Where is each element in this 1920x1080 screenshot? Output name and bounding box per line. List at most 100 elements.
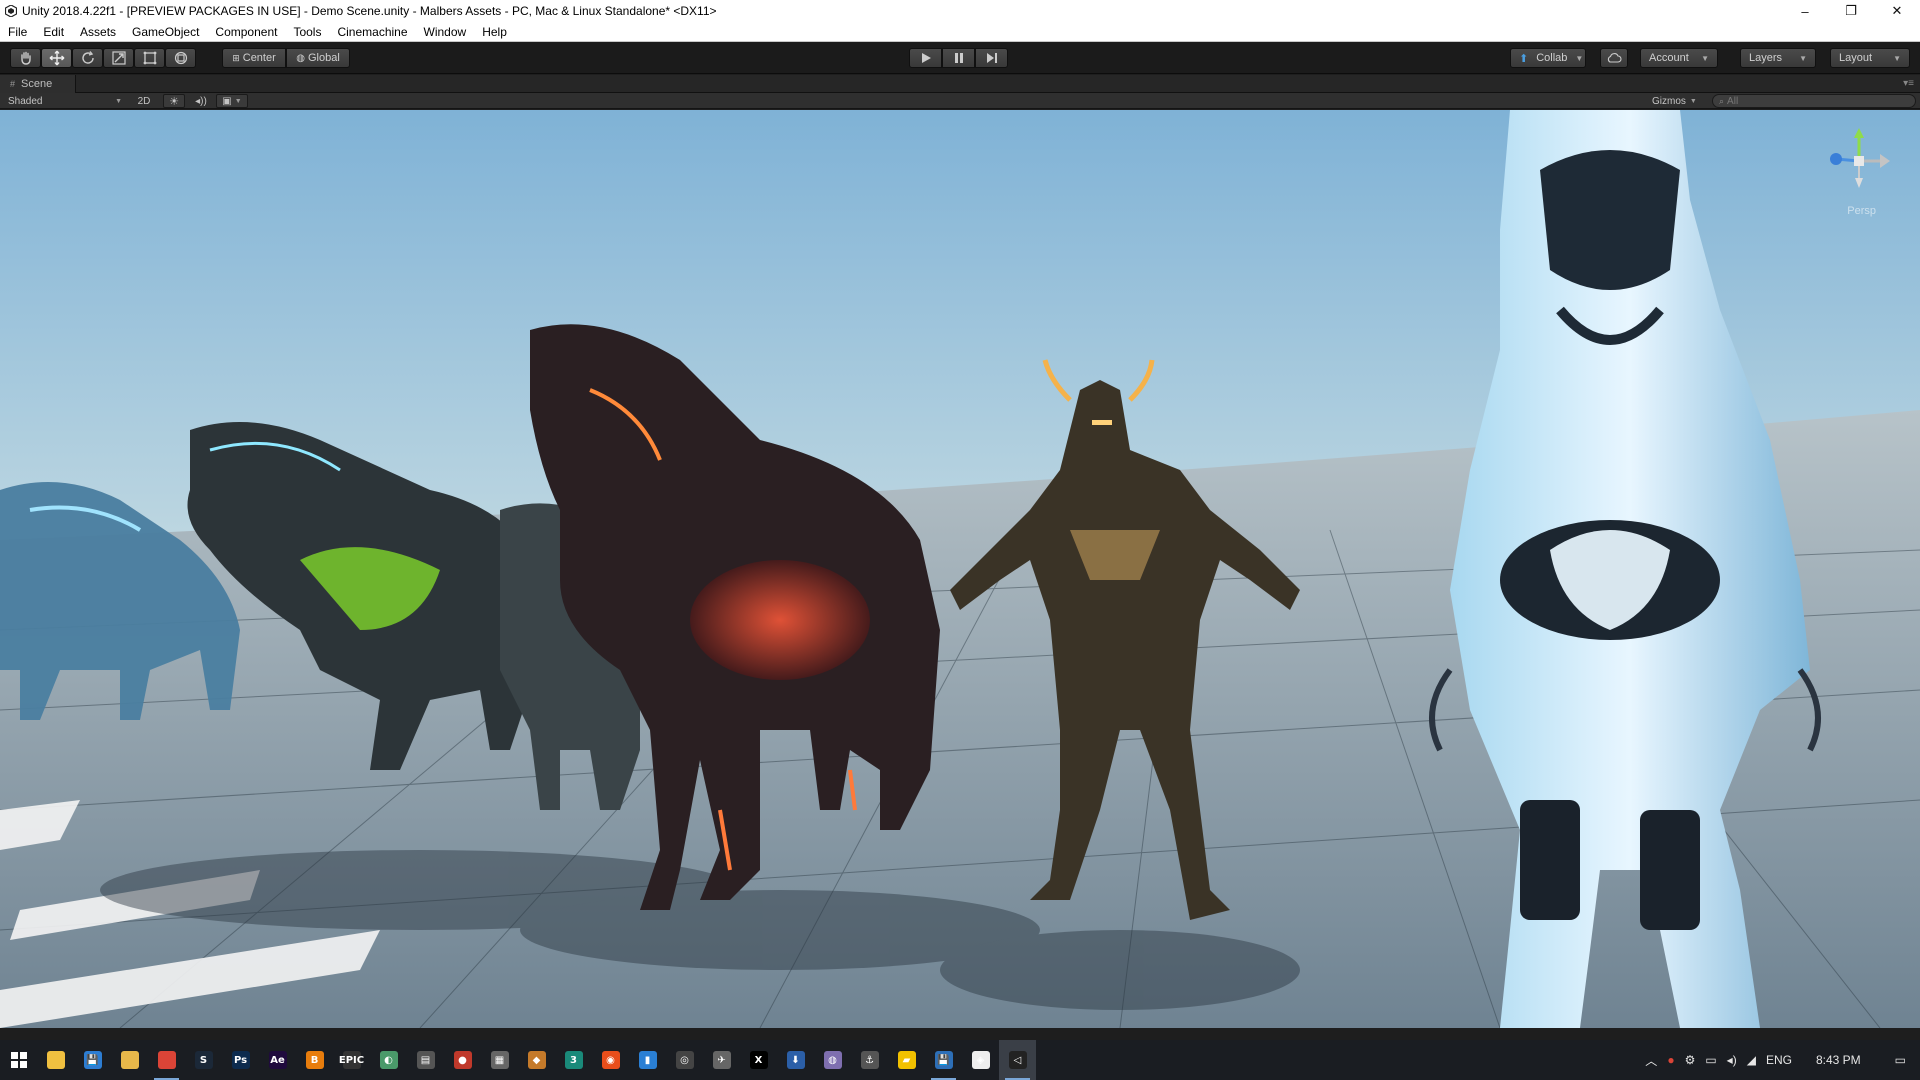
image-icon: ▣: [222, 95, 232, 107]
taskbar-app-file-explorer[interactable]: [37, 1040, 74, 1080]
taskbar-app-app-15[interactable]: ◉: [592, 1040, 629, 1080]
app-10-icon: ▤: [416, 1051, 435, 1069]
wifi-icon[interactable]: ◢: [1747, 1053, 1756, 1067]
menu-edit[interactable]: Edit: [35, 22, 72, 42]
taskbar-app-app-13[interactable]: ◆: [518, 1040, 555, 1080]
scale-tool-button[interactable]: [103, 48, 134, 68]
taskbar-app-app-25[interactable]: ◈: [962, 1040, 999, 1080]
taskbar-app-app-23[interactable]: ▰: [888, 1040, 925, 1080]
menu-cinemachine[interactable]: Cinemachine: [329, 22, 415, 42]
chrome-tray-icon[interactable]: ●: [1667, 1053, 1674, 1067]
chevron-up-icon[interactable]: ︿: [1645, 1052, 1657, 1069]
layers-dropdown[interactable]: Layers ▼: [1740, 48, 1816, 68]
2d-toggle[interactable]: 2D: [132, 94, 156, 108]
settings-tray-icon[interactable]: ⚙: [1685, 1053, 1696, 1067]
pivot-global-button[interactable]: ◍ Global: [286, 48, 350, 68]
rect-tool-button[interactable]: [134, 48, 165, 68]
battery-icon[interactable]: ▭: [1705, 1053, 1716, 1067]
tab-menu-icon[interactable]: ▾≡: [1903, 78, 1914, 89]
x-axis-cone-icon[interactable]: [1880, 154, 1890, 168]
taskbar-app-app-22[interactable]: ⚓: [851, 1040, 888, 1080]
volume-icon[interactable]: ◂): [1727, 1053, 1737, 1067]
speaker-icon: ◂)): [195, 95, 207, 107]
taskbar-app-epic[interactable]: EPIC: [333, 1040, 370, 1080]
menu-window[interactable]: Window: [416, 22, 475, 42]
scene-tab[interactable]: # Scene: [0, 75, 76, 93]
taskbar-app-app-19[interactable]: X: [740, 1040, 777, 1080]
taskbar-app-app-17[interactable]: ◎: [666, 1040, 703, 1080]
menu-assets[interactable]: Assets: [72, 22, 124, 42]
taskbar-app-app-24[interactable]: 💾: [925, 1040, 962, 1080]
y-axis-cone-icon[interactable]: [1854, 128, 1864, 138]
chevron-down-icon: ▼: [1689, 97, 1697, 105]
menu-help[interactable]: Help: [474, 22, 515, 42]
taskbar-app-save-app[interactable]: 💾: [74, 1040, 111, 1080]
scene-viewport[interactable]: Persp: [0, 110, 1920, 1028]
taskbar-app-after-effects[interactable]: Ae: [259, 1040, 296, 1080]
unity-logo-icon: [4, 4, 18, 18]
taskbar-app-chrome[interactable]: [148, 1040, 185, 1080]
taskbar-app-app-14[interactable]: 3: [555, 1040, 592, 1080]
taskbar-app-app-10[interactable]: ▤: [407, 1040, 444, 1080]
move-tool-button[interactable]: [41, 48, 72, 68]
app-13-icon: ◆: [527, 1051, 546, 1069]
close-button[interactable]: ✕: [1874, 0, 1920, 22]
app-18-icon: ✈: [712, 1051, 731, 1069]
menu-file[interactable]: File: [0, 22, 35, 42]
main-toolbar: ⊞ Center ◍ Global ⬆ Collab ▼ Account ▼ L…: [0, 42, 1920, 74]
collab-dropdown[interactable]: ⬆ Collab ▼: [1510, 48, 1586, 68]
file-explorer-icon: [46, 1051, 65, 1069]
menu-bar: File Edit Assets GameObject Component To…: [0, 22, 1920, 42]
taskbar-app-app-18[interactable]: ✈: [703, 1040, 740, 1080]
account-dropdown[interactable]: Account ▼: [1640, 48, 1718, 68]
pivot-center-button[interactable]: ⊞ Center: [222, 48, 286, 68]
taskbar-app-app-20[interactable]: ⬇: [777, 1040, 814, 1080]
taskbar-app-app-9[interactable]: ◐: [370, 1040, 407, 1080]
language-indicator[interactable]: ENG: [1766, 1053, 1792, 1067]
hand-tool-button[interactable]: [10, 48, 41, 68]
taskbar-app-app-11[interactable]: ●: [444, 1040, 481, 1080]
steam-icon: S: [194, 1051, 213, 1069]
windows-logo-icon: [10, 1052, 27, 1068]
shading-mode-dropdown[interactable]: Shaded ▼: [8, 94, 122, 108]
audio-toggle[interactable]: ◂)): [190, 94, 212, 108]
app-14-icon: 3: [564, 1051, 583, 1069]
taskbar-app-app-21[interactable]: ◍: [814, 1040, 851, 1080]
minimize-button[interactable]: –: [1782, 0, 1828, 22]
taskbar-app-app-16[interactable]: ▮: [629, 1040, 666, 1080]
taskbar-app-folder[interactable]: [111, 1040, 148, 1080]
cloud-services-button[interactable]: [1600, 48, 1628, 68]
app-11-icon: ●: [453, 1051, 472, 1069]
transform-tool-button[interactable]: [165, 48, 196, 68]
projection-label[interactable]: Persp: [1847, 205, 1876, 217]
gizmos-dropdown[interactable]: Gizmos ▼: [1652, 94, 1706, 108]
notification-icon[interactable]: ▭: [1895, 1053, 1906, 1067]
z-axis-cone-icon[interactable]: [1830, 153, 1842, 165]
lighting-toggle[interactable]: ☀: [163, 94, 185, 108]
chevron-down-icon: ▼: [1701, 53, 1709, 63]
globe-icon: ◍: [296, 52, 305, 64]
step-button[interactable]: [975, 48, 1008, 68]
clock[interactable]: 8:43 PM: [1816, 1053, 1861, 1067]
hand-icon: [20, 51, 31, 65]
menu-component[interactable]: Component: [207, 22, 285, 42]
layout-label: Layout: [1839, 52, 1873, 64]
layout-dropdown[interactable]: Layout ▼: [1830, 48, 1910, 68]
chrome-icon: [157, 1051, 176, 1069]
menu-gameobject[interactable]: GameObject: [124, 22, 207, 42]
account-label: Account: [1649, 52, 1689, 64]
taskbar-app-calculator[interactable]: ▦: [481, 1040, 518, 1080]
maximize-button[interactable]: ❐: [1828, 0, 1874, 22]
play-button[interactable]: [909, 48, 942, 68]
rotate-tool-button[interactable]: [72, 48, 103, 68]
taskbar-app-steam[interactable]: S: [185, 1040, 222, 1080]
taskbar-app-blender[interactable]: B: [296, 1040, 333, 1080]
scene-search-field[interactable]: ⌕ All: [1712, 94, 1916, 108]
pause-button[interactable]: [942, 48, 975, 68]
taskbar-app-unity[interactable]: ◁: [999, 1040, 1036, 1080]
taskbar-app-photoshop[interactable]: Ps: [222, 1040, 259, 1080]
effects-dropdown[interactable]: ▣ ▼: [216, 94, 248, 108]
scene-orientation-gizmo[interactable]: [1824, 126, 1894, 212]
start-button[interactable]: [0, 1040, 37, 1080]
menu-tools[interactable]: Tools: [285, 22, 329, 42]
